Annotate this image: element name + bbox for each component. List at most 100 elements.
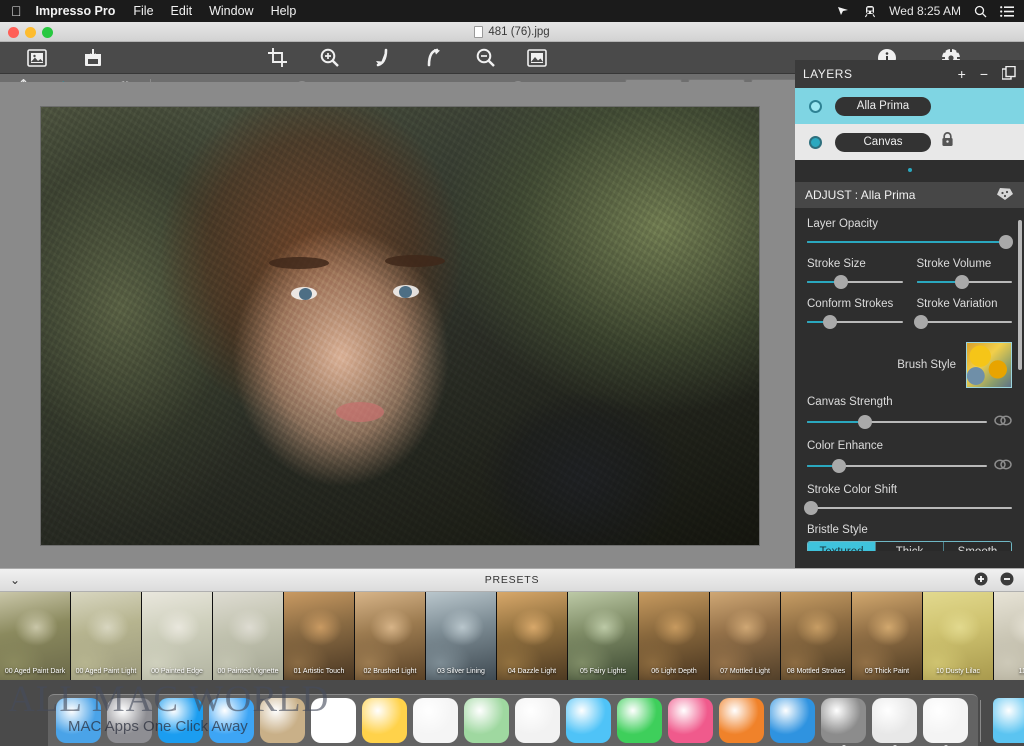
mail-icon[interactable] <box>209 698 254 743</box>
minimize-window-button[interactable] <box>25 27 36 38</box>
preset-item[interactable]: 01 Artistic Touch <box>284 592 355 680</box>
preset-item[interactable]: 11 Fac <box>994 592 1024 680</box>
system-preferences-icon[interactable] <box>821 698 866 746</box>
stroke-size-slider[interactable] <box>807 275 903 289</box>
open-image-button[interactable] <box>18 42 56 74</box>
redo-button[interactable] <box>414 42 452 74</box>
stroke-color-shift-slider[interactable] <box>804 501 1012 515</box>
menu-item-help[interactable]: Help <box>271 4 297 18</box>
canvas-area[interactable] <box>0 82 795 568</box>
add-layer-button[interactable]: + <box>958 67 966 81</box>
preset-item[interactable]: 06 Light Depth <box>639 592 710 680</box>
stroke-size-control: Stroke Size <box>807 258 903 289</box>
preset-item[interactable]: 03 Silver Lining <box>426 592 497 680</box>
crop-button[interactable] <box>258 42 296 74</box>
lock-icon[interactable] <box>941 132 954 152</box>
maps-icon[interactable] <box>464 698 509 743</box>
preset-item[interactable]: 00 Painted Vignette <box>213 592 284 680</box>
link-icon[interactable] <box>994 457 1012 475</box>
preset-label: 05 Fairy Lights <box>580 667 626 675</box>
itunes-icon[interactable] <box>668 698 713 743</box>
color-enhance-slider[interactable] <box>807 459 987 473</box>
maximize-window-button[interactable] <box>42 27 53 38</box>
layer-opacity-slider[interactable] <box>807 235 1013 249</box>
bristle-style-thick[interactable]: Thick <box>876 542 944 551</box>
duplicate-layer-button[interactable] <box>1001 65 1016 82</box>
train-icon[interactable] <box>864 5 876 18</box>
bristle-style-smooth[interactable]: Smooth <box>944 542 1011 551</box>
menubar-clock[interactable]: Wed 8:25 AM <box>889 4 961 18</box>
undo-button[interactable] <box>362 42 400 74</box>
edited-photo[interactable] <box>40 106 760 546</box>
bristle-style-segmented[interactable]: Textured Thick Smooth <box>807 541 1012 551</box>
preset-item[interactable]: 02 Brushed Light <box>355 592 426 680</box>
notes-icon[interactable] <box>362 698 407 743</box>
link-icon[interactable] <box>994 413 1012 431</box>
preset-item[interactable]: 00 Aged Paint Light <box>71 592 142 680</box>
gem-icon[interactable] <box>996 187 1014 204</box>
finder-icon[interactable] <box>56 698 101 743</box>
window-title-bar: 481 (76).jpg <box>0 22 1024 42</box>
layer-visibility-toggle[interactable] <box>795 135 835 149</box>
layer-visibility-toggle[interactable] <box>795 99 835 113</box>
preset-item[interactable]: 00 Painted Edge <box>142 592 213 680</box>
menu-item-window[interactable]: Window <box>209 4 253 18</box>
save-image-button[interactable] <box>74 42 112 74</box>
chevron-down-icon[interactable]: ⌄ <box>10 573 21 587</box>
preset-item[interactable]: 05 Fairy Lights <box>568 592 639 680</box>
layers-scroll-area[interactable] <box>795 160 1024 182</box>
siri-icon[interactable] <box>107 698 152 743</box>
preset-label: 04 Dazzle Light <box>507 667 557 675</box>
conform-strokes-slider[interactable] <box>807 315 903 329</box>
downloads-folder-icon[interactable] <box>993 698 1024 743</box>
xcode-icon[interactable] <box>872 698 917 746</box>
preset-item[interactable]: 10 Dusty Lilac <box>923 592 994 680</box>
preset-item[interactable]: 04 Dazzle Light <box>497 592 568 680</box>
brush-style-thumbnail[interactable] <box>966 342 1012 388</box>
menu-item-edit[interactable]: Edit <box>171 4 193 18</box>
preset-label: 09 Thick Paint <box>864 667 910 675</box>
search-icon[interactable] <box>974 5 987 18</box>
layer-row-canvas[interactable]: Canvas <box>795 124 1024 160</box>
apple-icon[interactable]:  <box>11 4 22 18</box>
messages-icon[interactable] <box>566 698 611 743</box>
menu-app-name[interactable]: Impresso Pro <box>36 4 116 18</box>
ibooks-icon[interactable] <box>719 698 764 743</box>
add-preset-button[interactable] <box>974 572 988 588</box>
stroke-volume-slider[interactable] <box>916 275 1012 289</box>
presets-strip[interactable]: 00 Aged Paint Dark 00 Aged Paint Light 00 … <box>0 592 1024 680</box>
layer-name-alla-prima[interactable]: Alla Prima <box>835 96 931 116</box>
preset-item[interactable]: 00 Aged Paint Dark <box>0 592 71 680</box>
calendar-icon[interactable] <box>311 698 356 743</box>
preset-item[interactable]: 07 Mottled Light <box>710 592 781 680</box>
preset-item[interactable]: 09 Thick Paint <box>852 592 923 680</box>
preset-thumbnail <box>0 592 70 680</box>
preset-label: 00 Aged Paint Dark <box>4 667 66 675</box>
fit-to-screen-button[interactable] <box>518 42 556 74</box>
preset-item[interactable]: 08 Mottled Strokes <box>781 592 852 680</box>
canvas-strength-slider[interactable] <box>807 415 987 429</box>
photos-icon[interactable] <box>515 698 560 743</box>
stroke-variation-slider[interactable] <box>914 315 1012 329</box>
remove-preset-button[interactable] <box>1000 572 1014 588</box>
reminders-icon[interactable] <box>413 698 458 743</box>
notification-center-icon[interactable] <box>1000 5 1014 17</box>
airplay-icon[interactable] <box>837 5 851 17</box>
preset-thumbnail <box>355 592 425 680</box>
remove-layer-button[interactable]: − <box>980 67 988 81</box>
menu-item-file[interactable]: File <box>133 4 153 18</box>
dock-separator <box>980 699 981 742</box>
bristle-style-textured[interactable]: Textured <box>808 542 876 551</box>
facetime-icon[interactable] <box>617 698 662 743</box>
textedit-icon[interactable] <box>923 698 968 746</box>
zoom-out-button[interactable] <box>466 42 504 74</box>
safari-icon[interactable] <box>158 698 203 743</box>
contacts-icon[interactable] <box>260 698 305 743</box>
app-store-icon[interactable] <box>770 698 815 743</box>
adjust-scrollbar[interactable] <box>1018 220 1022 370</box>
window-title: 481 (76).jpg <box>474 25 550 38</box>
layer-row-alla-prima[interactable]: Alla Prima <box>795 88 1024 124</box>
layer-name-canvas[interactable]: Canvas <box>835 132 931 152</box>
close-window-button[interactable] <box>8 27 19 38</box>
zoom-in-button[interactable] <box>310 42 348 74</box>
